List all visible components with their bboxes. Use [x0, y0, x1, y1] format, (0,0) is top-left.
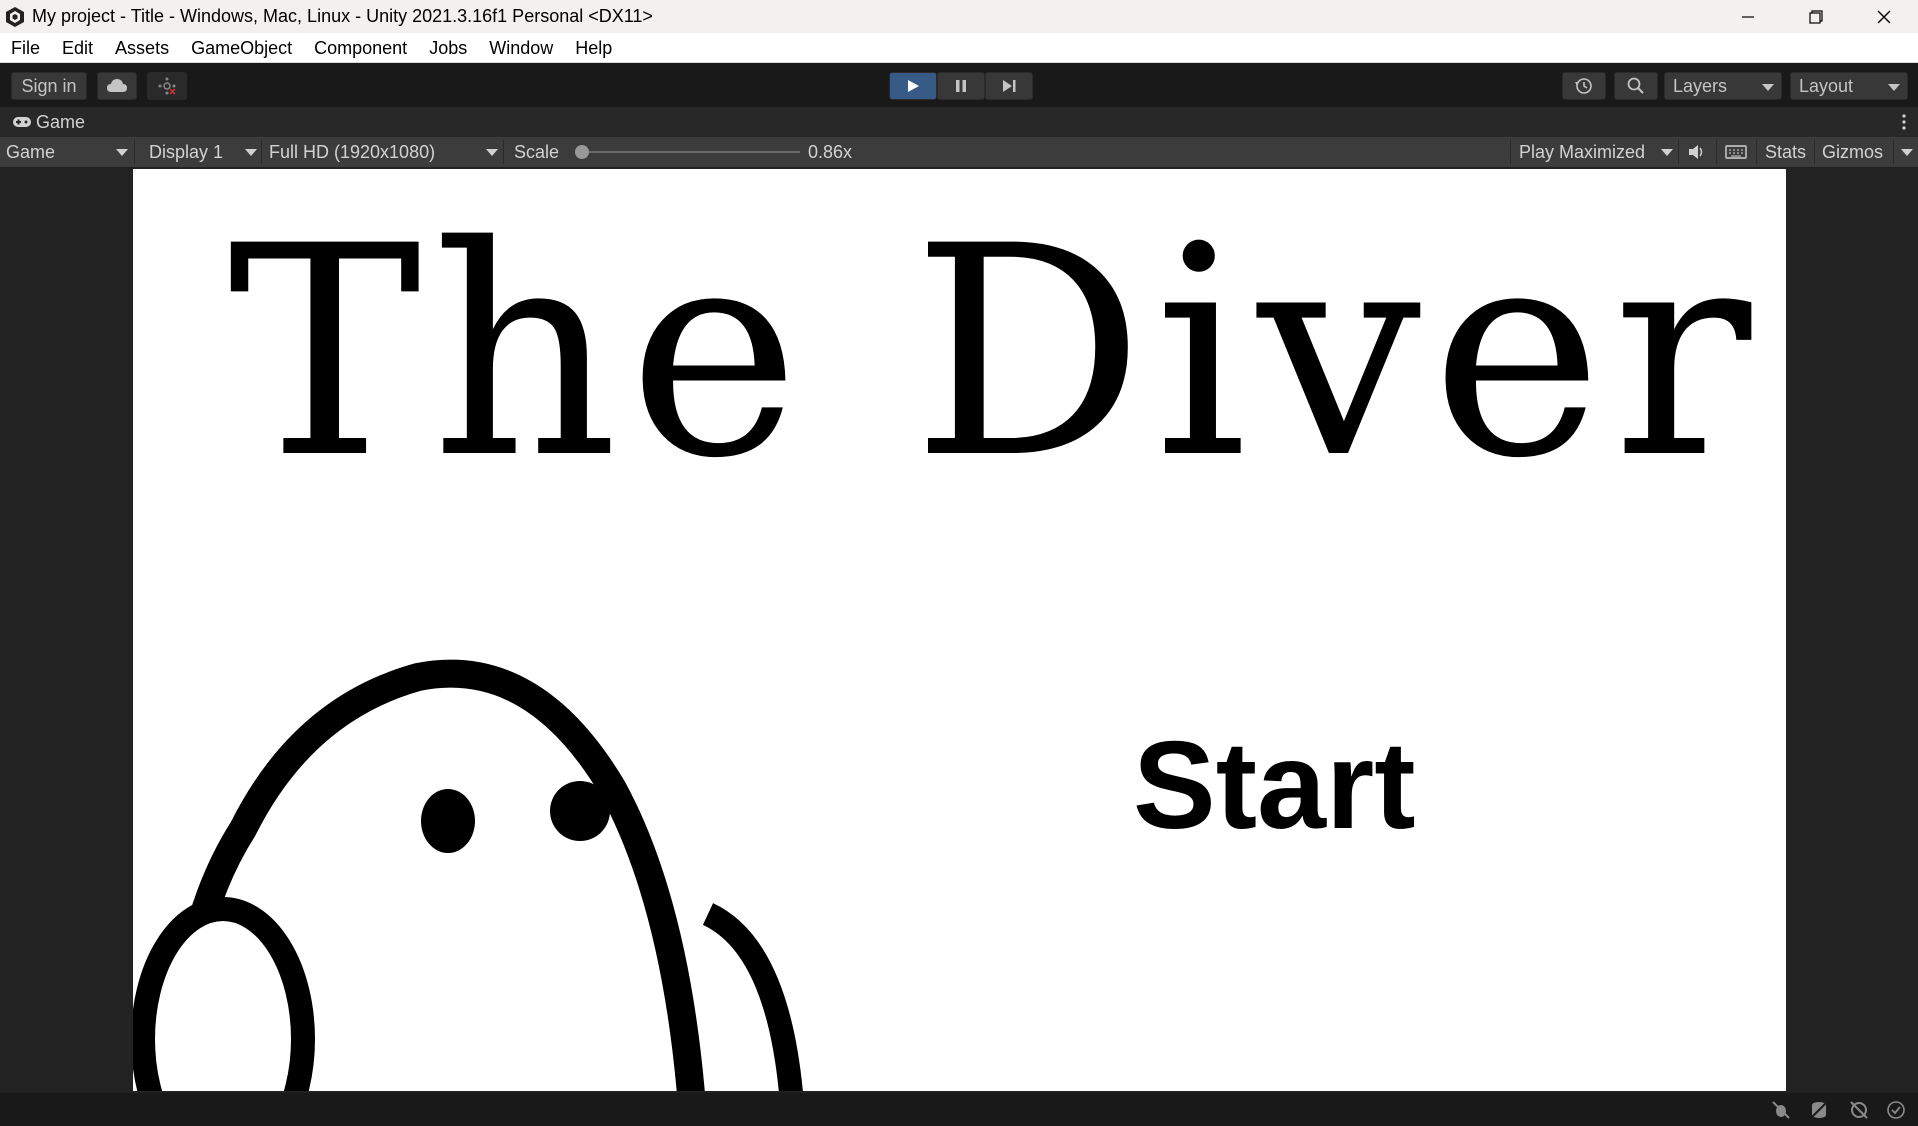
resolution-dropdown[interactable]: Full HD (1920x1080) [269, 137, 499, 167]
speaker-icon [1689, 145, 1703, 159]
play-mode-dropdown[interactable]: Play Maximized [1519, 137, 1675, 167]
window-title: My project - Title - Windows, Mac, Linux… [32, 6, 653, 26]
view-mode-dropdown[interactable]: Game [6, 137, 130, 167]
menu-file[interactable]: File [0, 33, 51, 63]
layers-label: Layers [1673, 75, 1728, 96]
minimize-icon [1742, 15, 1754, 18]
status-bar [0, 1093, 1918, 1126]
layers-dropdown[interactable]: Layers [1664, 72, 1782, 100]
display-label: Display 1 [149, 141, 224, 162]
resolution-label: Full HD (1920x1080) [269, 141, 436, 162]
game-canvas[interactable]: The Diver Start [133, 169, 1786, 1091]
search-button[interactable] [1614, 72, 1658, 100]
cloud-icon [107, 79, 127, 92]
play-mode-label: Play Maximized [1519, 141, 1646, 162]
debugger-icon[interactable] [1771, 1100, 1791, 1120]
pause-icon [956, 80, 966, 92]
scale-label: Scale [514, 141, 560, 162]
pause-button[interactable] [937, 72, 985, 100]
close-icon [1877, 10, 1891, 23]
main-toolbar: Sign in Layers Layout [0, 63, 1918, 107]
menu-jobs[interactable]: Jobs [418, 33, 478, 63]
layout-label: Layout [1799, 75, 1854, 96]
keyboard-icon [1725, 145, 1747, 159]
start-button[interactable]: Start [1133, 724, 1416, 848]
restore-icon [1809, 9, 1823, 24]
play-button[interactable] [889, 72, 937, 100]
search-icon [1627, 77, 1644, 94]
gizmos-button[interactable]: Gizmos [1822, 137, 1883, 167]
stats-button[interactable]: Stats [1765, 137, 1806, 167]
progress-icon[interactable] [1849, 1100, 1869, 1120]
play-icon [908, 80, 919, 92]
window-title-bar: My project - Title - Windows, Mac, Linux… [0, 0, 1918, 33]
view-mode-label: Game [6, 141, 56, 162]
scale-value: 0.86x [808, 141, 853, 162]
menu-component[interactable]: Component [303, 33, 418, 63]
scale-slider-track[interactable] [580, 151, 800, 153]
diver-character-illustration [133, 659, 803, 1091]
sign-in-button[interactable]: Sign in [11, 72, 87, 100]
step-icon [1003, 80, 1016, 92]
history-icon [1575, 78, 1592, 94]
chevron-down-icon [486, 149, 498, 156]
history-button[interactable] [1562, 72, 1606, 100]
step-button[interactable] [985, 72, 1033, 100]
collab-icon [158, 77, 176, 95]
chevron-down-icon [1661, 149, 1673, 156]
menu-help[interactable]: Help [564, 33, 623, 63]
menu-window[interactable]: Window [478, 33, 564, 63]
chevron-down-icon [1888, 84, 1900, 91]
chevron-down-icon [116, 149, 128, 156]
game-title: The Diver [228, 185, 1762, 522]
menu-gameobject[interactable]: GameObject [180, 33, 303, 63]
display-dropdown[interactable]: Display 1 [149, 137, 257, 167]
mute-audio-button[interactable] [1687, 137, 1711, 167]
chevron-down-icon [245, 149, 257, 156]
gamepad-icon [13, 117, 31, 127]
tab-bar: Game [0, 107, 1918, 137]
scale-slider-handle[interactable] [575, 145, 589, 159]
tab-game[interactable]: Game [0, 107, 85, 137]
menu-bar: File Edit Assets GameObject Component Jo… [0, 33, 1918, 63]
game-view-toolbar: Game Display 1 Full HD (1920x1080) Scale… [0, 137, 1918, 167]
tab-game-label: Game [36, 111, 86, 132]
menu-edit[interactable]: Edit [51, 33, 104, 63]
cloud-button[interactable] [97, 72, 137, 100]
keyboard-button[interactable] [1725, 137, 1751, 167]
unity-logo-icon [6, 6, 24, 27]
status-check-icon[interactable] [1886, 1100, 1906, 1120]
menu-assets[interactable]: Assets [104, 33, 180, 63]
cache-server-icon[interactable] [1809, 1100, 1829, 1120]
chevron-down-icon [1762, 84, 1774, 91]
close-window-button[interactable] [1850, 0, 1918, 33]
gizmos-dropdown[interactable] [1897, 137, 1917, 167]
restore-button[interactable] [1782, 0, 1850, 33]
layout-dropdown[interactable]: Layout [1790, 72, 1908, 100]
more-options-icon[interactable] [1902, 114, 1906, 130]
game-viewport: The Diver Start [0, 167, 1918, 1093]
minimize-button[interactable] [1714, 0, 1782, 33]
collab-button[interactable] [147, 72, 187, 100]
chevron-down-icon [1901, 149, 1913, 156]
